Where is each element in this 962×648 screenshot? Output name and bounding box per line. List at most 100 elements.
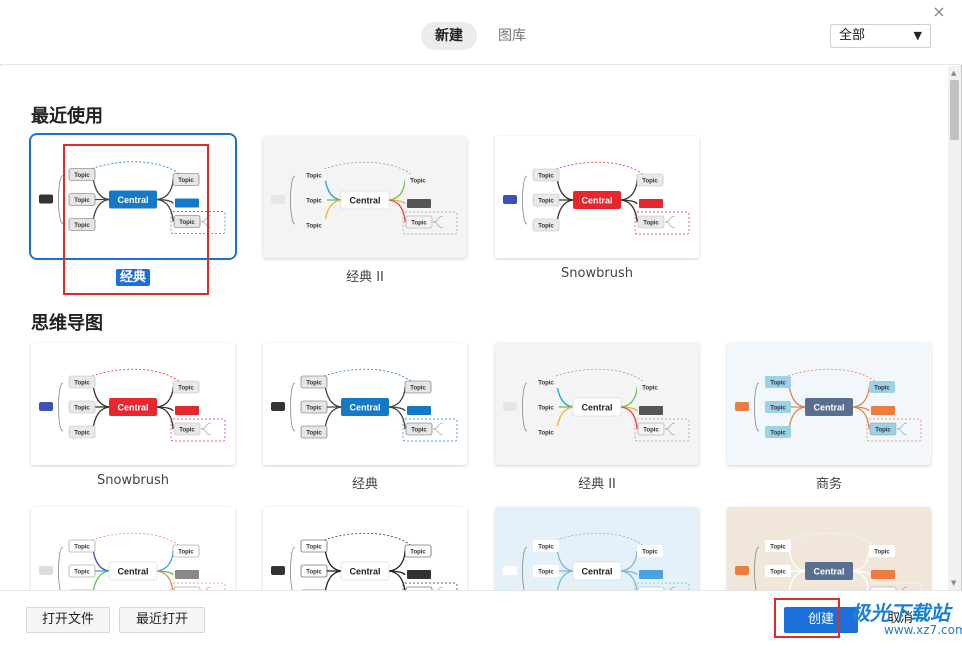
template-name: 商务	[815, 477, 842, 492]
close-icon[interactable]: ×	[929, 2, 949, 22]
svg-text:Topic: Topic	[643, 221, 659, 227]
template-card-snowbrush[interactable]: Topic Topic Topic Topic Topic Central	[495, 136, 699, 258]
template-card-classic2[interactable]: Topic Topic Topic Topic Topic Central	[495, 343, 699, 465]
svg-text:Topic: Topic	[306, 224, 322, 230]
svg-text:Topic: Topic	[642, 550, 658, 556]
svg-text:Topic: Topic	[74, 223, 90, 229]
scroll-up-icon[interactable]: ▲	[951, 69, 956, 77]
svg-text:Topic: Topic	[306, 406, 322, 412]
template-preview: TopicTopicTopicTopicTopicCentral	[495, 343, 699, 465]
template-label: 商务	[727, 473, 931, 492]
svg-text:Central: Central	[117, 195, 148, 205]
svg-text:Topic: Topic	[538, 199, 554, 205]
svg-text:Topic: Topic	[538, 545, 554, 551]
template-label: 经典 II	[263, 266, 467, 285]
template-card-classic[interactable]: Topic Topic Topic Topic Topic Central	[263, 343, 467, 465]
svg-text:Topic: Topic	[74, 198, 90, 204]
template-name: 经典 II	[578, 477, 616, 492]
svg-text:Topic: Topic	[74, 570, 90, 576]
recent-open-button[interactable]: 最近打开	[119, 607, 205, 633]
vertical-scrollbar[interactable]: ▲ ▼	[948, 66, 961, 590]
svg-text:Central: Central	[813, 403, 844, 413]
svg-text:Topic: Topic	[770, 406, 786, 412]
svg-text:Topic: Topic	[538, 570, 554, 576]
svg-text:Topic: Topic	[74, 381, 90, 387]
template-card-business[interactable]: Topic Topic Topic Topic Topic Central	[727, 343, 931, 465]
svg-text:Topic: Topic	[642, 179, 658, 185]
template-preview: TopicTopicTopicTopicTopicCentral	[727, 343, 931, 465]
svg-text:Topic: Topic	[411, 221, 427, 227]
template-preview: TopicTopicTopicTopicTopicCentral	[31, 343, 235, 465]
svg-text:Topic: Topic	[411, 428, 427, 434]
svg-text:Topic: Topic	[770, 570, 786, 576]
svg-text:Topic: Topic	[74, 545, 90, 551]
template-label: 经典 II	[495, 473, 699, 492]
template-card-classic[interactable]: Topic Topic Topic Topic Topic Central	[29, 133, 237, 260]
template-label: Snowbrush	[31, 473, 235, 488]
template-card-warm[interactable]: TopicTopicTopicTopicTopicCentral	[727, 507, 931, 590]
svg-text:Topic: Topic	[306, 545, 322, 551]
section-title-recent: 最近使用	[31, 106, 103, 127]
svg-text:Topic: Topic	[538, 381, 554, 387]
svg-text:Topic: Topic	[306, 431, 322, 437]
svg-text:Central: Central	[581, 567, 612, 577]
svg-text:Topic: Topic	[306, 174, 322, 180]
template-card-colorful[interactable]: TopicTopicTopicTopicTopicCentral	[31, 507, 235, 590]
template-preview: TopicTopicTopicTopicTopicCentral	[727, 507, 931, 590]
template-label: Snowbrush	[495, 266, 699, 281]
template-preview: Topic Topic Topic Topic Topic Central	[495, 136, 699, 258]
template-preview: TopicTopicTopicTopicTopicCentral	[263, 507, 467, 590]
svg-text:Topic: Topic	[410, 386, 426, 392]
template-label: 经典	[31, 266, 235, 286]
template-preview: TopicTopicTopicTopicTopicCentral	[31, 135, 235, 258]
scroll-down-icon[interactable]: ▼	[951, 579, 956, 587]
svg-text:Topic: Topic	[179, 428, 195, 434]
svg-text:Central: Central	[581, 196, 612, 206]
template-card-dark[interactable]: TopicTopicTopicTopicTopicCentral	[263, 507, 467, 590]
template-card-classic2[interactable]: Topic Topic Topic Topic Topic Central	[263, 136, 467, 258]
filter-select-value: 全部	[839, 28, 866, 43]
svg-text:Topic: Topic	[538, 224, 554, 230]
svg-text:Central: Central	[581, 403, 612, 413]
svg-text:Topic: Topic	[178, 550, 194, 556]
svg-text:Topic: Topic	[874, 550, 890, 556]
svg-text:Central: Central	[117, 403, 148, 413]
tab-gallery[interactable]: 图库	[484, 22, 540, 50]
svg-text:Topic: Topic	[306, 381, 322, 387]
template-list: 最近使用 思维导图 Topic Topic Topic Topic Topic Centr…	[0, 66, 948, 590]
filter-select[interactable]: 全部 ▼	[830, 24, 931, 48]
svg-text:Topic: Topic	[642, 386, 658, 392]
svg-text:Topic: Topic	[74, 431, 90, 437]
section-title-mindmap: 思维导图	[31, 313, 103, 334]
template-preview: Topic Topic Topic Topic Topic Central	[263, 343, 467, 465]
open-file-button[interactable]: 打开文件	[26, 607, 110, 633]
svg-text:Topic: Topic	[74, 173, 90, 179]
template-name: Snowbrush	[97, 473, 169, 488]
svg-text:Topic: Topic	[178, 386, 194, 392]
template-name: Snowbrush	[561, 266, 633, 281]
svg-text:Topic: Topic	[643, 428, 659, 434]
watermark-url: www.xz7.com	[884, 623, 962, 637]
watermark-text: 极光下载站	[850, 601, 950, 625]
svg-text:Topic: Topic	[875, 428, 891, 434]
svg-text:Topic: Topic	[410, 550, 426, 556]
template-label: 经典	[263, 473, 467, 492]
scrollbar-thumb[interactable]	[950, 80, 959, 140]
template-name: 经典	[115, 269, 150, 286]
svg-text:Central: Central	[349, 196, 380, 206]
template-preview: TopicTopicTopicTopicTopicCentral	[263, 136, 467, 258]
svg-text:Topic: Topic	[178, 178, 194, 184]
template-name: 经典	[351, 477, 378, 492]
svg-text:Central: Central	[349, 403, 380, 413]
svg-text:Topic: Topic	[538, 406, 554, 412]
template-preview: TopicTopicTopicTopicTopicCentral	[31, 507, 235, 590]
dialog-footer: 打开文件 最近打开 创建 取消	[0, 590, 962, 648]
template-card-blueish[interactable]: TopicTopicTopicTopicTopicCentral	[495, 507, 699, 590]
svg-text:Central: Central	[813, 567, 844, 577]
svg-text:Topic: Topic	[306, 199, 322, 205]
tab-new[interactable]: 新建	[421, 22, 477, 50]
watermark-logo: 极光下载站 www.xz7.com	[832, 597, 962, 641]
svg-text:Topic: Topic	[538, 174, 554, 180]
template-preview: TopicTopicTopicTopicTopicCentral	[495, 507, 699, 590]
template-card-snowbrush[interactable]: Topic Topic Topic Topic Topic Central	[31, 343, 235, 465]
